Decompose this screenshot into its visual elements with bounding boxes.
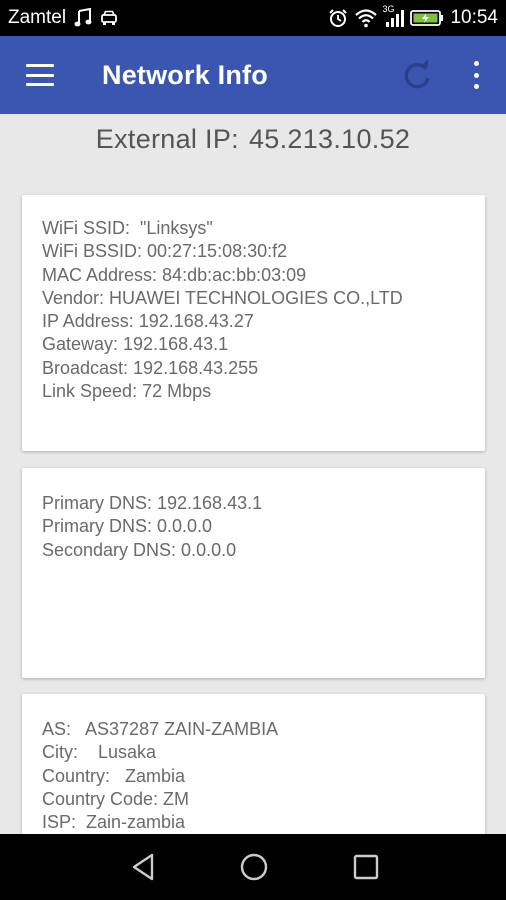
clock-time: 10:54 <box>450 7 498 28</box>
network-type-label: 3G <box>382 4 395 14</box>
music-note-icon <box>74 8 92 28</box>
wifi-ssid-row: WiFi SSID: "Linksys" <box>42 218 213 238</box>
isp-row: ISP: Zain-zambia <box>42 812 186 833</box>
link-speed-row: Link Speed: 72 Mbps <box>42 381 212 402</box>
recent-apps-button-icon[interactable] <box>349 850 383 884</box>
carrier-name: Zamtel <box>8 7 67 28</box>
country-code-row: Country Code: ZM <box>42 788 190 809</box>
battery-icon <box>410 9 444 27</box>
dns-info-card: Primary DNS: 192.168.43.1 Primary DNS: 0… <box>22 468 485 678</box>
external-ip: External IP: 45.213.10.52 <box>0 124 506 155</box>
primary-dns-row: Primary DNS: 192.168.43.1 <box>42 493 263 513</box>
primary-dns-row-2: Primary DNS: 0.0.0.0 <box>42 516 213 537</box>
gateway-row: Gateway: 192.168.43.1 <box>42 334 229 355</box>
secondary-dns-row: Secondary DNS: 0.0.0.0 <box>42 539 237 560</box>
ip-address-row: IP Address: 192.168.43.27 <box>42 311 254 332</box>
status-bar: Zamtel 3G 10:54 <box>0 0 506 36</box>
navigation-bar <box>0 834 506 900</box>
refresh-icon[interactable] <box>399 58 435 94</box>
external-ip-label: External IP: <box>95 124 239 154</box>
alarm-icon <box>328 8 348 28</box>
signal-icon: 3G <box>382 4 405 28</box>
city-row: City: Lusaka <box>42 742 157 763</box>
home-button-icon[interactable] <box>237 850 271 884</box>
mac-address-row: MAC Address: 84:db:ac:bb:03:09 <box>42 264 307 285</box>
menu-icon[interactable] <box>26 64 54 86</box>
back-button-icon[interactable] <box>127 850 161 884</box>
app-bar: Network Info <box>0 36 506 114</box>
as-row: AS: AS37287 ZAIN-ZAMBIA <box>42 719 279 739</box>
wifi-bssid-row: WiFi BSSID: 00:27:15:08:30:f2 <box>42 241 288 262</box>
car-icon <box>100 9 118 27</box>
broadcast-row: Broadcast: 192.168.43.255 <box>42 357 259 378</box>
vendor-row: Vendor: HUAWEI TECHNOLOGIES CO.,LTD <box>42 287 403 308</box>
page-title: Network Info <box>102 59 268 90</box>
country-row: Country: Zambia <box>42 765 186 786</box>
external-ip-value: 45.213.10.52 <box>248 124 411 154</box>
wifi-icon <box>354 8 378 28</box>
wifi-info-card: WiFi SSID: "Linksys" WiFi BSSID: 00:27:1… <box>22 195 485 451</box>
more-options-icon[interactable] <box>470 61 482 89</box>
